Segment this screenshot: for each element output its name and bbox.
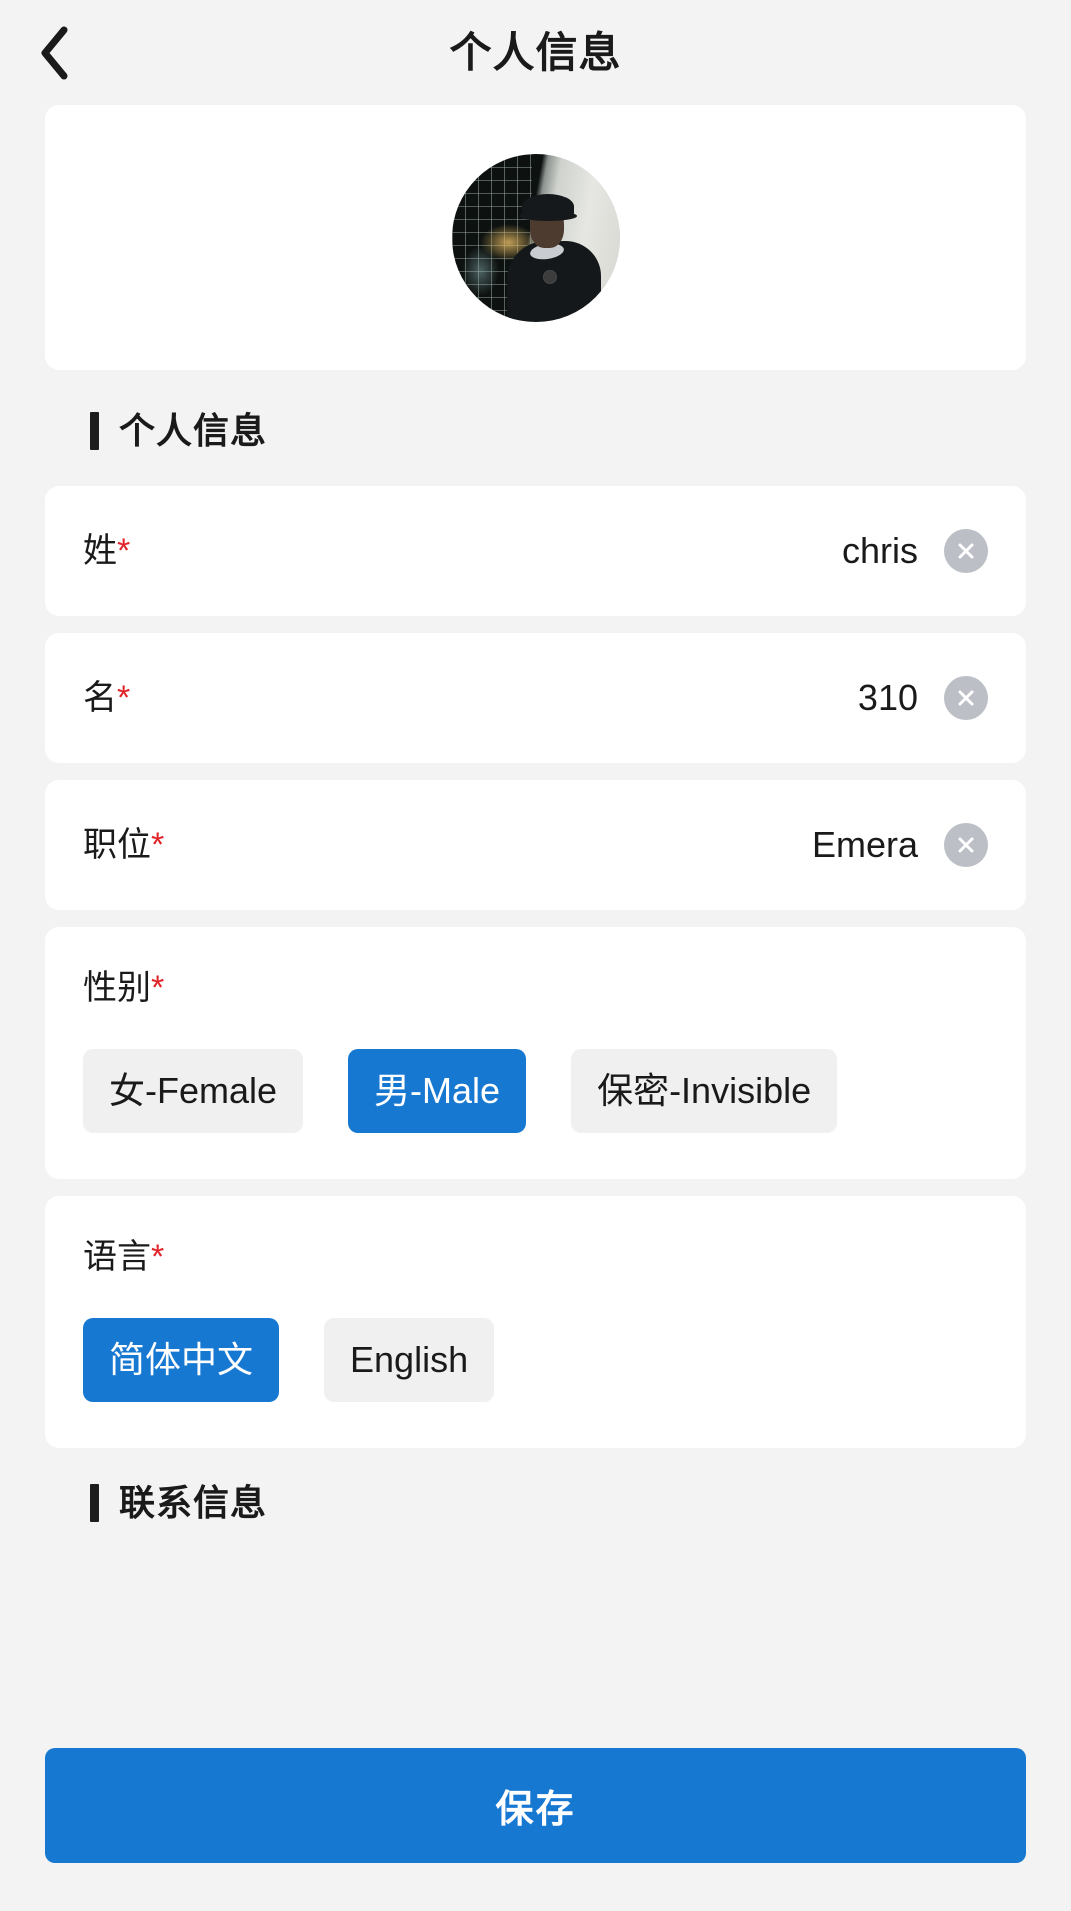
field-row-last-name[interactable]: 姓* chris: [45, 486, 1026, 616]
first-name-input[interactable]: 310: [858, 680, 918, 716]
required-asterisk: *: [151, 826, 165, 864]
field-label-first-name: 名*: [83, 681, 130, 715]
page-content: 个人信息 姓* chris 名* 310 职位* Emera 性别* 女-Fem…: [0, 105, 1071, 1522]
section-title-contact: 联系信息: [119, 1482, 268, 1523]
clear-job-title-button[interactable]: [944, 823, 988, 867]
field-row-first-name[interactable]: 名* 310: [45, 633, 1026, 763]
field-label-last-name: 姓*: [83, 534, 130, 568]
field-label-text: 名: [83, 679, 117, 717]
page-header: 个人信息: [0, 0, 1071, 105]
field-right-last-name: chris: [842, 529, 988, 573]
field-label-text: 职位: [83, 826, 151, 864]
close-circle-icon: [954, 539, 978, 563]
profile-screen: 个人信息 个人信息 姓* chris 名* 310 职位* Emera 性别* …: [0, 0, 1071, 1911]
field-block-gender: 性别* 女-Female 男-Male 保密-Invisible: [45, 927, 1026, 1179]
job-title-input[interactable]: Emera: [812, 827, 918, 863]
save-button[interactable]: 保存: [45, 1748, 1026, 1863]
required-asterisk: *: [117, 679, 131, 717]
field-right-job-title: Emera: [812, 823, 988, 867]
field-label-text: 语言: [83, 1238, 151, 1276]
field-label-gender: 性别*: [83, 971, 988, 1005]
gender-option-invisible[interactable]: 保密-Invisible: [571, 1049, 838, 1133]
required-asterisk: *: [117, 532, 131, 570]
gender-options: 女-Female 男-Male 保密-Invisible: [83, 1049, 988, 1133]
clear-last-name-button[interactable]: [944, 529, 988, 573]
field-label-text: 性别: [83, 969, 151, 1007]
back-button[interactable]: [22, 21, 86, 85]
field-block-language: 语言* 简体中文 English: [45, 1196, 1026, 1448]
last-name-input[interactable]: chris: [842, 533, 918, 569]
field-row-job-title[interactable]: 职位* Emera: [45, 780, 1026, 910]
field-label-job-title: 职位*: [83, 828, 164, 862]
section-header-personal: 个人信息: [45, 412, 1026, 450]
section-title-personal: 个人信息: [119, 410, 268, 451]
close-circle-icon: [954, 686, 978, 710]
close-circle-icon: [954, 833, 978, 857]
avatar[interactable]: [451, 153, 620, 322]
clear-first-name-button[interactable]: [944, 676, 988, 720]
required-asterisk: *: [151, 1238, 165, 1276]
gender-option-male[interactable]: 男-Male: [348, 1049, 527, 1133]
avatar-photo-pendant: [543, 271, 556, 283]
avatar-photo-hat-brim: [518, 210, 578, 221]
page-title: 个人信息: [449, 28, 622, 76]
language-options: 简体中文 English: [83, 1318, 988, 1402]
save-bar: 保存: [0, 1748, 1071, 1911]
language-option-english[interactable]: English: [324, 1318, 495, 1402]
avatar-card: [45, 105, 1026, 370]
language-option-chinese[interactable]: 简体中文: [83, 1318, 280, 1402]
section-accent-bar: [90, 1484, 99, 1522]
chevron-left-icon: [37, 25, 71, 81]
field-right-first-name: 310: [858, 676, 988, 720]
required-asterisk: *: [151, 969, 165, 1007]
section-header-contact: 联系信息: [45, 1484, 1026, 1522]
gender-option-female[interactable]: 女-Female: [83, 1049, 304, 1133]
section-accent-bar: [90, 412, 99, 450]
field-label-text: 姓: [83, 532, 117, 570]
field-label-language: 语言*: [83, 1240, 988, 1274]
